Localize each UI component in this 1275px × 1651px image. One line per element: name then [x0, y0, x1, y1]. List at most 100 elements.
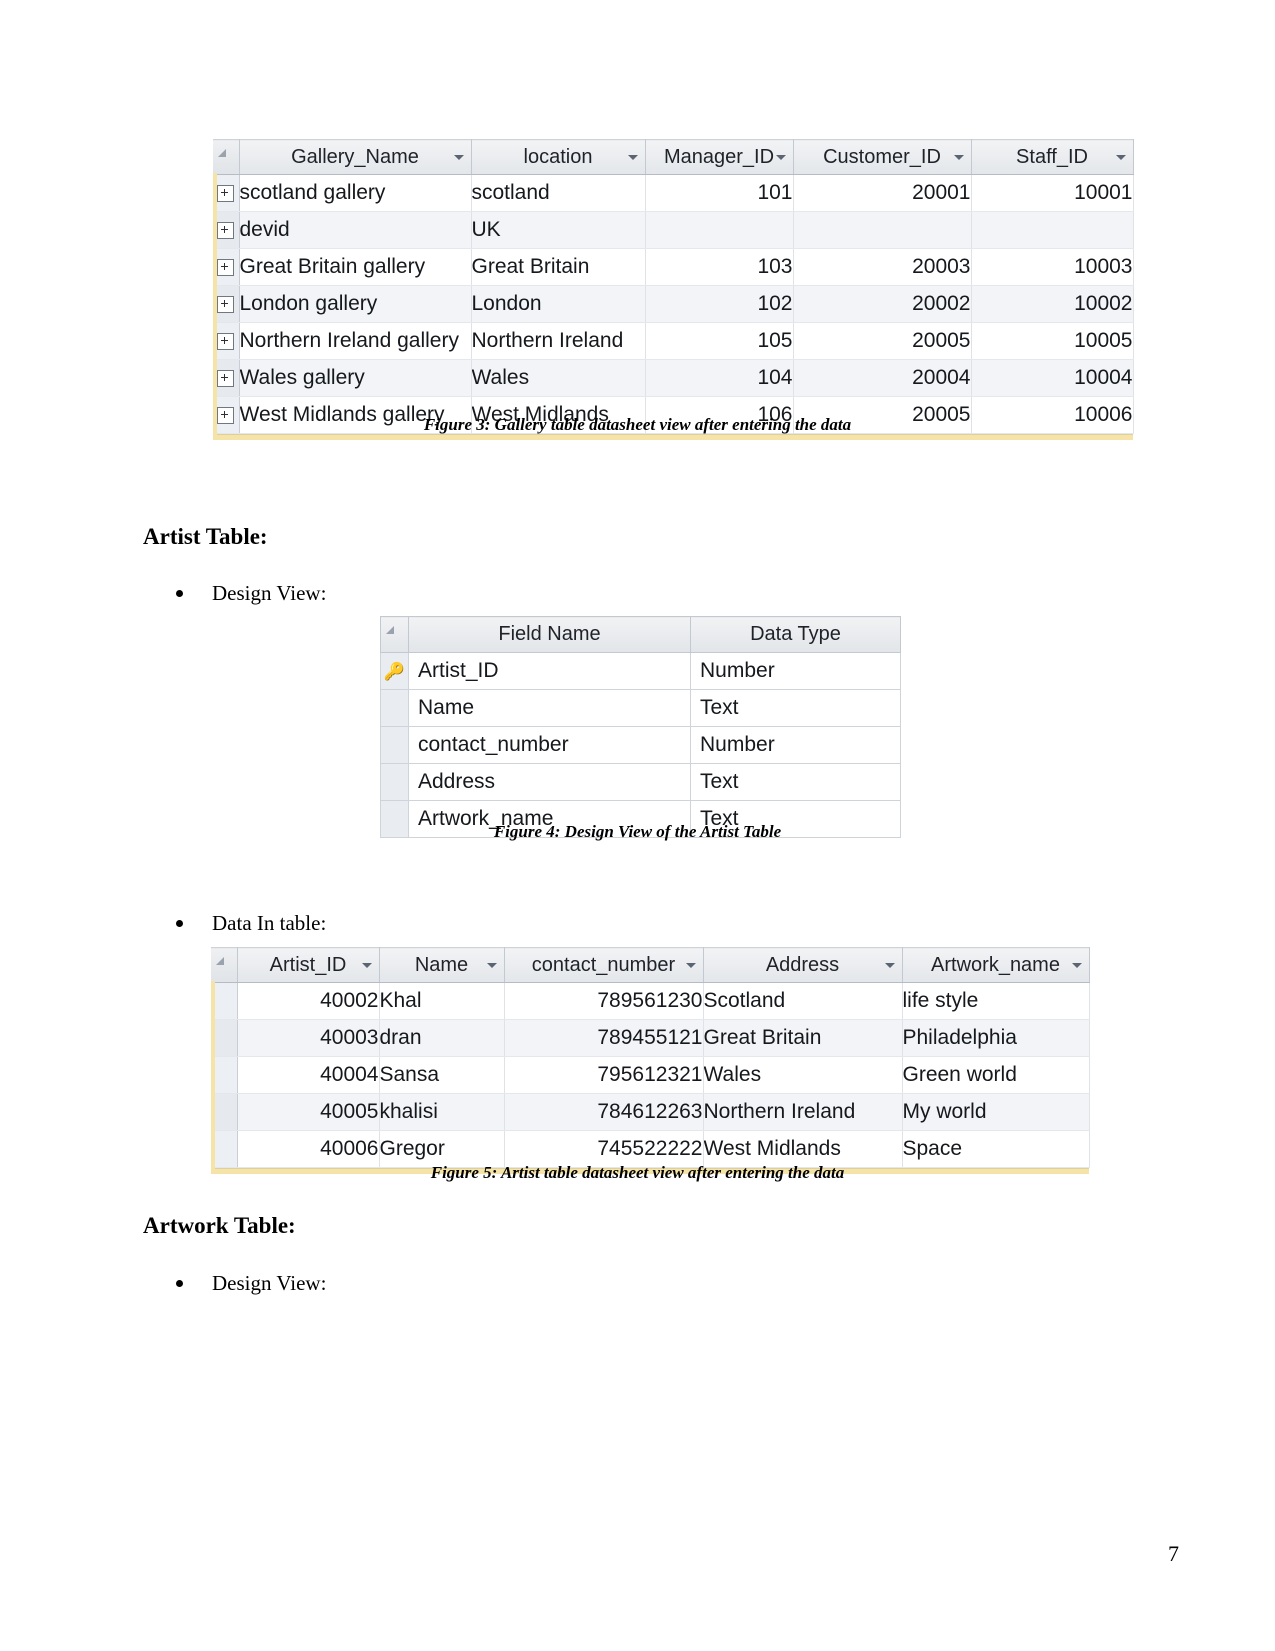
column-header-staff-id[interactable]: Staff_ID: [971, 139, 1134, 175]
cell-gallery-name[interactable]: Great Britain gallery: [239, 248, 472, 286]
table-row[interactable]: 40004 Sansa 795612321 Wales Green world: [211, 1056, 1090, 1094]
cell-name[interactable]: Khal: [379, 982, 505, 1020]
cell-artwork-name[interactable]: life style: [902, 982, 1090, 1020]
cell-manager-id[interactable]: [645, 211, 794, 249]
cell-address[interactable]: Scotland: [703, 982, 903, 1020]
chevron-down-icon[interactable]: [1071, 963, 1082, 968]
cell-contact-number[interactable]: 795612321: [504, 1056, 704, 1094]
cell-location[interactable]: Northern Ireland: [471, 322, 646, 360]
cell-gallery-name[interactable]: London gallery: [239, 285, 472, 323]
chevron-down-icon[interactable]: [685, 963, 696, 968]
cell-artwork-name[interactable]: Space: [902, 1130, 1090, 1168]
cell-customer-id[interactable]: [793, 211, 972, 249]
column-header-artist-id[interactable]: Artist_ID: [237, 947, 380, 983]
cell-contact-number[interactable]: 789561230: [504, 982, 704, 1020]
select-all-corner[interactable]: [211, 947, 238, 983]
cell-artist-id[interactable]: 40004: [237, 1056, 380, 1094]
chevron-down-icon[interactable]: [1115, 155, 1126, 160]
cell-gallery-name[interactable]: Northern Ireland gallery: [239, 322, 472, 360]
expand-plus-icon[interactable]: [217, 295, 235, 313]
cell-data-type[interactable]: Text: [690, 763, 901, 801]
column-header-contact-number[interactable]: contact_number: [504, 947, 704, 983]
table-row[interactable]: 🔑 Artist_ID Number: [380, 652, 901, 690]
cell-location[interactable]: Great Britain: [471, 248, 646, 286]
column-header-customer-id[interactable]: Customer_ID: [793, 139, 972, 175]
row-selector[interactable]: [380, 763, 409, 801]
row-selector[interactable]: [380, 726, 409, 764]
cell-contact-number[interactable]: 784612263: [504, 1093, 704, 1131]
cell-field-name[interactable]: Artist_ID: [408, 652, 691, 690]
cell-location[interactable]: scotland: [471, 174, 646, 212]
table-row[interactable]: Great Britain gallery Great Britain 103 …: [213, 248, 1134, 286]
chevron-down-icon[interactable]: [775, 155, 786, 160]
select-all-corner[interactable]: [380, 616, 409, 653]
cell-artist-id[interactable]: 40003: [237, 1019, 380, 1057]
cell-customer-id[interactable]: 20004: [793, 359, 972, 397]
table-row[interactable]: 40003 dran 789455121 Great Britain Phila…: [211, 1019, 1090, 1057]
chevron-down-icon[interactable]: [453, 155, 464, 160]
cell-artist-id[interactable]: 40006: [237, 1130, 380, 1168]
cell-contact-number[interactable]: 745522222: [504, 1130, 704, 1168]
column-header-data-type[interactable]: Data Type: [690, 616, 901, 653]
cell-manager-id[interactable]: 102: [645, 285, 794, 323]
row-selector-primary-key[interactable]: 🔑: [380, 652, 409, 690]
cell-manager-id[interactable]: 103: [645, 248, 794, 286]
expand-plus-icon[interactable]: [217, 332, 235, 350]
cell-name[interactable]: Gregor: [379, 1130, 505, 1168]
table-row[interactable]: contact_number Number: [380, 726, 901, 764]
cell-customer-id[interactable]: 20001: [793, 174, 972, 212]
cell-location[interactable]: Wales: [471, 359, 646, 397]
cell-staff-id[interactable]: 10004: [971, 359, 1134, 397]
cell-contact-number[interactable]: 789455121: [504, 1019, 704, 1057]
cell-gallery-name[interactable]: devid: [239, 211, 472, 249]
column-header-field-name[interactable]: Field Name: [408, 616, 691, 653]
cell-name[interactable]: Sansa: [379, 1056, 505, 1094]
chevron-down-icon[interactable]: [627, 155, 638, 160]
cell-manager-id[interactable]: 101: [645, 174, 794, 212]
cell-field-name[interactable]: Name: [408, 689, 691, 727]
select-all-corner[interactable]: [213, 139, 240, 175]
column-header-artwork-name[interactable]: Artwork_name: [902, 947, 1090, 983]
cell-artwork-name[interactable]: Green world: [902, 1056, 1090, 1094]
cell-gallery-name[interactable]: Wales gallery: [239, 359, 472, 397]
cell-address[interactable]: West Midlands: [703, 1130, 903, 1168]
cell-data-type[interactable]: Number: [690, 652, 901, 690]
expand-plus-icon[interactable]: [217, 369, 235, 387]
cell-data-type[interactable]: Number: [690, 726, 901, 764]
expand-plus-icon[interactable]: [217, 221, 235, 239]
table-row[interactable]: 40006 Gregor 745522222 West Midlands Spa…: [211, 1130, 1090, 1168]
table-row[interactable]: 40005 khalisi 784612263 Northern Ireland…: [211, 1093, 1090, 1131]
cell-artwork-name[interactable]: Philadelphia: [902, 1019, 1090, 1057]
column-header-location[interactable]: location: [471, 139, 646, 175]
cell-staff-id[interactable]: [971, 211, 1134, 249]
chevron-down-icon[interactable]: [953, 155, 964, 160]
cell-customer-id[interactable]: 20005: [793, 322, 972, 360]
cell-field-name[interactable]: contact_number: [408, 726, 691, 764]
table-row[interactable]: scotland gallery scotland 101 20001 1000…: [213, 174, 1134, 212]
cell-staff-id[interactable]: 10002: [971, 285, 1134, 323]
cell-gallery-name[interactable]: scotland gallery: [239, 174, 472, 212]
chevron-down-icon[interactable]: [884, 963, 895, 968]
cell-address[interactable]: Northern Ireland: [703, 1093, 903, 1131]
column-header-address[interactable]: Address: [703, 947, 903, 983]
cell-artist-id[interactable]: 40002: [237, 982, 380, 1020]
chevron-down-icon[interactable]: [486, 963, 497, 968]
cell-customer-id[interactable]: 20002: [793, 285, 972, 323]
cell-name[interactable]: khalisi: [379, 1093, 505, 1131]
cell-field-name[interactable]: Address: [408, 763, 691, 801]
table-row[interactable]: Wales gallery Wales 104 20004 10004: [213, 359, 1134, 397]
cell-location[interactable]: London: [471, 285, 646, 323]
table-row[interactable]: Northern Ireland gallery Northern Irelan…: [213, 322, 1134, 360]
table-row[interactable]: 40002 Khal 789561230 Scotland life style: [211, 982, 1090, 1020]
cell-manager-id[interactable]: 105: [645, 322, 794, 360]
cell-staff-id[interactable]: 10001: [971, 174, 1134, 212]
table-row[interactable]: Name Text: [380, 689, 901, 727]
cell-customer-id[interactable]: 20003: [793, 248, 972, 286]
cell-staff-id[interactable]: 10005: [971, 322, 1134, 360]
chevron-down-icon[interactable]: [361, 963, 372, 968]
cell-address[interactable]: Great Britain: [703, 1019, 903, 1057]
column-header-gallery-name[interactable]: Gallery_Name: [239, 139, 472, 175]
cell-manager-id[interactable]: 104: [645, 359, 794, 397]
column-header-manager-id[interactable]: Manager_ID: [645, 139, 794, 175]
expand-plus-icon[interactable]: [217, 258, 235, 276]
